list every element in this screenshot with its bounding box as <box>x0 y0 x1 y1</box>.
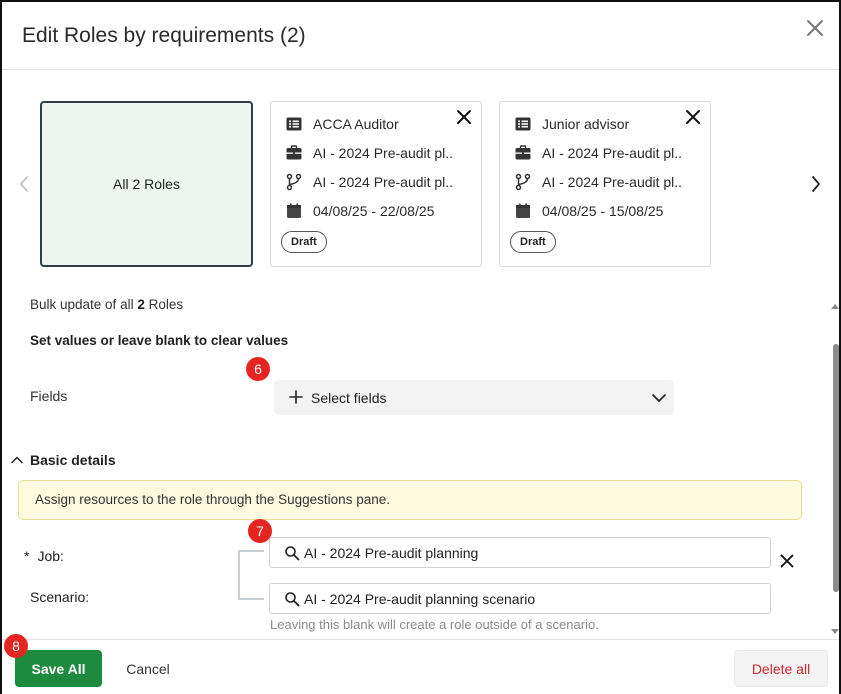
link-bracket <box>238 550 264 600</box>
role-name: ACCA Auditor <box>313 116 399 132</box>
required-marker: * <box>24 548 30 564</box>
dialog-header: Edit Roles by requirements (2) <box>2 2 839 70</box>
list-icon <box>286 117 302 131</box>
job-input-value: AI - 2024 Pre-audit planning <box>304 545 479 561</box>
scrollbar-thumb[interactable] <box>833 344 839 592</box>
branch-icon <box>515 173 531 191</box>
search-icon <box>285 546 300 561</box>
chevron-left-icon[interactable] <box>16 172 32 196</box>
role-job: AI - 2024 Pre-audit pl.. <box>313 145 454 161</box>
scenario-hint: Leaving this blank will create a role ou… <box>270 617 599 632</box>
cancel-button[interactable]: Cancel <box>112 650 184 687</box>
job-label-text: Job: <box>37 548 64 564</box>
role-dates-row: 04/08/25 - 15/08/25 <box>514 201 663 221</box>
role-scenario-row: AI - 2024 Pre-audit pl.. <box>285 172 453 192</box>
chevron-right-icon[interactable] <box>808 172 824 196</box>
bulk-update-prefix: Bulk update of all <box>30 297 134 312</box>
scenario-search-input[interactable]: AI - 2024 Pre-audit planning scenario <box>269 583 771 614</box>
role-job-row: AI - 2024 Pre-audit pl.. <box>285 143 453 163</box>
scenario-input-value: AI - 2024 Pre-audit planning scenario <box>304 591 536 607</box>
scenario-label: Scenario: <box>30 589 90 605</box>
role-job-row: AI - 2024 Pre-audit pl.. <box>514 143 682 163</box>
save-all-button[interactable]: Save All <box>15 650 102 687</box>
bulk-update-suffix: Roles <box>148 297 184 312</box>
calendar-icon <box>516 203 530 218</box>
role-card[interactable]: ACCA Auditor AI - 2024 Pre-audit pl.. AI… <box>270 101 482 267</box>
role-scenario: AI - 2024 Pre-audit pl.. <box>313 174 454 190</box>
chevron-down-icon <box>652 394 666 402</box>
role-name-row: Junior advisor <box>514 114 629 134</box>
role-dates: 04/08/25 - 15/08/25 <box>542 203 664 219</box>
role-dates-row: 04/08/25 - 22/08/25 <box>285 201 434 221</box>
suggestions-info-banner: Assign resources to the role through the… <box>18 480 802 520</box>
status-badge: Draft <box>510 231 556 253</box>
dialog-title: Edit Roles by requirements (2) <box>22 24 306 47</box>
select-fields-label: Select fields <box>311 390 387 406</box>
briefcase-icon <box>515 145 531 160</box>
job-label: * Job: <box>24 548 64 564</box>
role-card[interactable]: Junior advisor AI - 2024 Pre-audit pl.. … <box>499 101 711 267</box>
scroll-down-arrow[interactable] <box>830 628 840 636</box>
search-icon <box>285 592 300 607</box>
role-job: AI - 2024 Pre-audit pl.. <box>542 145 683 161</box>
delete-all-button[interactable]: Delete all <box>734 650 828 687</box>
step-badge-6: 6 <box>246 357 270 381</box>
role-name-row: ACCA Auditor <box>285 114 399 134</box>
bulk-update-text: Bulk update of all 2 Roles <box>30 297 183 312</box>
chevron-up-icon <box>11 456 23 464</box>
role-scenario: AI - 2024 Pre-audit pl.. <box>542 174 683 190</box>
step-badge-8: 8 <box>4 634 28 658</box>
scroll-up-arrow[interactable] <box>830 302 840 310</box>
select-fields-dropdown[interactable]: Select fields <box>274 380 674 415</box>
edit-roles-dialog: Edit Roles by requirements (2) All 2 Rol… <box>0 0 841 694</box>
set-values-instruction: Set values or leave blank to clear value… <box>30 333 289 348</box>
list-icon <box>515 117 531 131</box>
basic-details-toggle[interactable]: Basic details <box>10 452 116 468</box>
close-icon[interactable] <box>803 16 827 40</box>
role-name: Junior advisor <box>542 116 630 132</box>
status-badge: Draft <box>281 231 327 253</box>
job-search-input[interactable]: AI - 2024 Pre-audit planning <box>269 537 771 568</box>
fields-label: Fields <box>30 388 68 404</box>
close-icon[interactable] <box>778 552 796 570</box>
basic-details-heading: Basic details <box>30 452 116 468</box>
role-dates: 04/08/25 - 22/08/25 <box>313 203 435 219</box>
all-roles-label: All 2 Roles <box>113 176 180 192</box>
calendar-icon <box>287 203 301 218</box>
briefcase-icon <box>286 145 302 160</box>
branch-icon <box>286 173 302 191</box>
close-icon[interactable] <box>453 106 475 128</box>
all-roles-card[interactable]: All 2 Roles <box>40 101 253 267</box>
close-icon[interactable] <box>682 106 704 128</box>
bulk-update-count: 2 <box>137 297 145 312</box>
plus-icon <box>289 390 303 404</box>
role-scenario-row: AI - 2024 Pre-audit pl.. <box>514 172 682 192</box>
